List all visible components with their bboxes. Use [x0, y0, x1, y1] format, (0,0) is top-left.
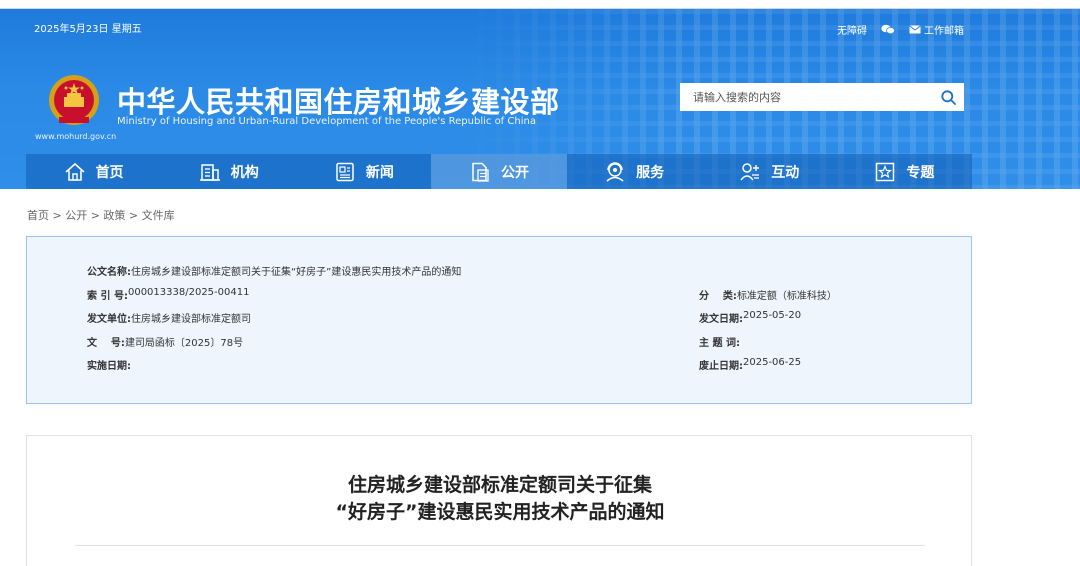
article-title-line2: “好房子”建设惠民实用技术产品的通知: [335, 501, 665, 523]
newspaper-icon: [336, 162, 354, 182]
search-input[interactable]: [680, 83, 932, 111]
article-panel: 住房城乡建设部标准定额司关于征集 “好房子”建设惠民实用技术产品的通知: [26, 435, 972, 566]
info-value-issuer: 住房城乡建设部标准定额司: [131, 314, 251, 325]
info-value-title: 住房城乡建设部标准定额司关于征集“好房子”建设惠民实用技术产品的通知: [131, 267, 462, 278]
nav-item-organization[interactable]: 机构: [161, 154, 296, 189]
article-divider: [75, 545, 925, 546]
info-row-issuer: 发文单位: 住房城乡建设部标准定额司: [87, 310, 251, 325]
star-icon: [876, 162, 895, 182]
nav-label-topics: 专题: [906, 165, 935, 181]
nav-label-organization: 机构: [230, 165, 259, 181]
search-icon: [940, 89, 956, 105]
info-label-title: 公文名称:: [87, 267, 131, 278]
info-label-index: 索 引 号:: [87, 291, 128, 302]
nav-item-topics[interactable]: 专题: [837, 154, 972, 189]
wechat-icon[interactable]: [881, 24, 895, 35]
article-title-line1: 住房城乡建设部标准定额司关于征集: [347, 474, 652, 496]
nav-label-interaction: 互动: [771, 165, 800, 181]
nav-label-home: 首页: [95, 165, 124, 181]
info-label-effective-date: 实施日期:: [87, 361, 131, 372]
nav-label-service: 服务: [636, 165, 665, 181]
info-row-index: 索 引 号: 000013338/2025-00411: [87, 287, 249, 302]
work-mail-link[interactable]: 工作邮箱: [909, 22, 964, 37]
nav-item-home[interactable]: 首页: [26, 154, 161, 189]
national-emblem-icon: [49, 75, 99, 125]
info-label-issue-date: 发文日期:: [699, 314, 743, 325]
info-label-category: 分 类:: [699, 291, 737, 302]
service-icon: [606, 162, 624, 182]
nav-item-service[interactable]: 服务: [567, 154, 702, 189]
nav-item-interaction[interactable]: 互动: [702, 154, 837, 189]
info-value-category: 标准定额（标准科技）: [736, 291, 837, 302]
info-label-expiry-date: 废止日期:: [699, 361, 743, 372]
info-label-doc-no: 文 号:: [87, 338, 125, 349]
mail-icon: [909, 25, 921, 34]
top-links: 无障碍 工作邮箱: [837, 22, 964, 37]
site-subtitle: Ministry of Housing and Urban-Rural Deve…: [117, 116, 536, 127]
info-row-keywords: 主 题 词:: [699, 334, 740, 349]
building-icon: [199, 164, 220, 181]
site-domain: www.mohurd.gov.cn: [35, 132, 117, 141]
document-icon: [472, 162, 489, 182]
header-date: 2025年5月23日 星期五: [34, 24, 142, 35]
info-value-expiry-date: 2025-06-25: [743, 357, 802, 368]
info-row-expiry-date: 废止日期: 2025-06-25: [699, 357, 801, 372]
site-header: 2025年5月23日 星期五 无障碍 工作邮箱 中华人民共和国住房和城乡建设部 …: [0, 8, 1080, 189]
info-row-effective-date: 实施日期:: [87, 357, 131, 372]
info-value-doc-no: 建司局函标〔2025〕78号: [124, 338, 244, 349]
info-row-issue-date: 发文日期: 2025-05-20: [699, 310, 801, 325]
info-value-issue-date: 2025-05-20: [743, 310, 802, 321]
search-button[interactable]: [932, 83, 964, 111]
breadcrumb[interactable]: 首页 > 公开 > 政策 > 文件库: [27, 207, 175, 223]
info-label-issuer: 发文单位:: [87, 314, 131, 325]
home-icon: [65, 162, 85, 181]
info-value-index: 000013338/2025-00411: [127, 287, 250, 298]
nav-item-public[interactable]: 公开: [431, 154, 567, 189]
accessibility-link[interactable]: 无障碍: [837, 22, 867, 37]
work-mail-label: 工作邮箱: [924, 26, 964, 37]
main-nav: 首页 机构 新闻 公开 服务 互动 专题: [26, 154, 972, 189]
info-row-category: 分 类: 标准定额（标准科技）: [699, 287, 837, 302]
document-info-box: 公文名称: 住房城乡建设部标准定额司关于征集“好房子”建设惠民实用技术产品的通知…: [26, 236, 972, 404]
search-box: [680, 83, 964, 111]
page: 2025年5月23日 星期五 无障碍 工作邮箱 中华人民共和国住房和城乡建设部 …: [0, 0, 1080, 566]
user-interaction-icon: [740, 163, 760, 181]
nav-label-public: 公开: [500, 165, 529, 181]
nav-label-news: 新闻: [365, 165, 394, 181]
nav-item-news[interactable]: 新闻: [296, 154, 431, 189]
info-label-keywords: 主 题 词:: [699, 338, 740, 349]
info-row-title: 公文名称: 住房城乡建设部标准定额司关于征集“好房子”建设惠民实用技术产品的通知: [87, 263, 461, 278]
info-row-doc-no: 文 号: 建司局函标〔2025〕78号: [87, 334, 243, 349]
site-title: 中华人民共和国住房和城乡建设部: [117, 85, 560, 119]
